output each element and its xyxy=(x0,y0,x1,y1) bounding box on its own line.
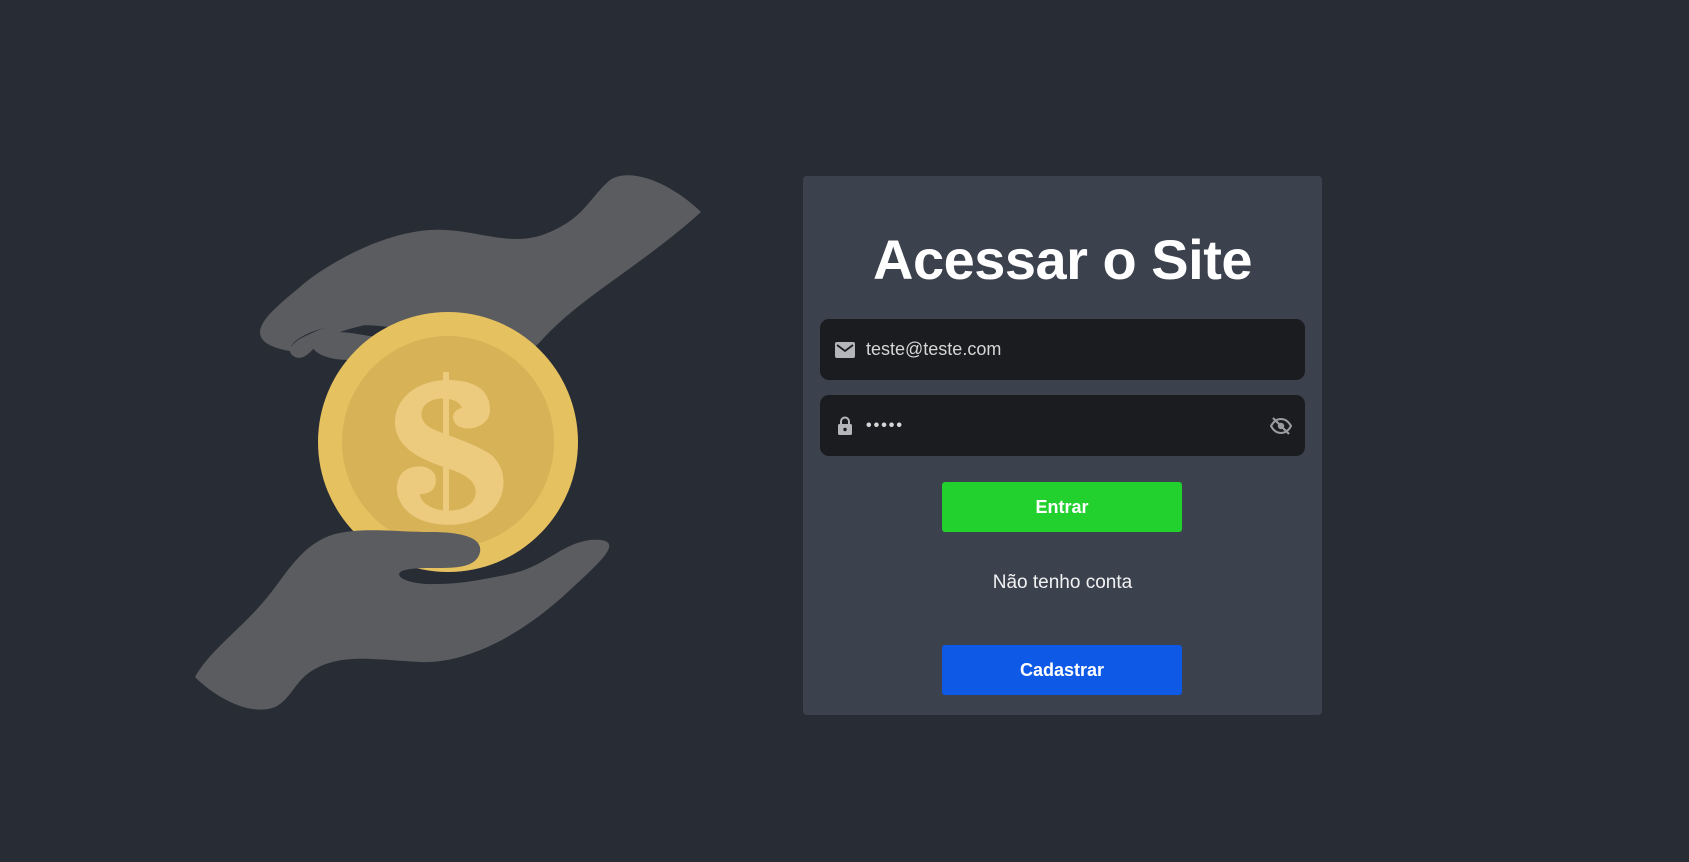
lock-icon xyxy=(834,415,856,437)
no-account-text: Não tenho conta xyxy=(992,572,1133,593)
hands-coin-illustration xyxy=(190,172,710,717)
enter-button[interactable]: Entrar xyxy=(942,482,1182,532)
register-button[interactable]: Cadastrar xyxy=(942,645,1182,695)
login-card: Acessar o Site teste@teste.com ••••• Ent… xyxy=(803,176,1322,715)
login-page: Acessar o Site teste@teste.com ••••• Ent… xyxy=(0,0,1689,862)
password-field[interactable] xyxy=(820,395,1305,456)
bottom-hand xyxy=(195,530,610,710)
envelope-icon xyxy=(834,339,856,361)
email-input[interactable] xyxy=(866,319,1305,380)
email-field[interactable] xyxy=(820,319,1305,380)
page-title: Acessar o Site xyxy=(873,228,1252,291)
eye-off-icon[interactable] xyxy=(1269,414,1293,438)
password-input[interactable] xyxy=(866,395,1269,456)
